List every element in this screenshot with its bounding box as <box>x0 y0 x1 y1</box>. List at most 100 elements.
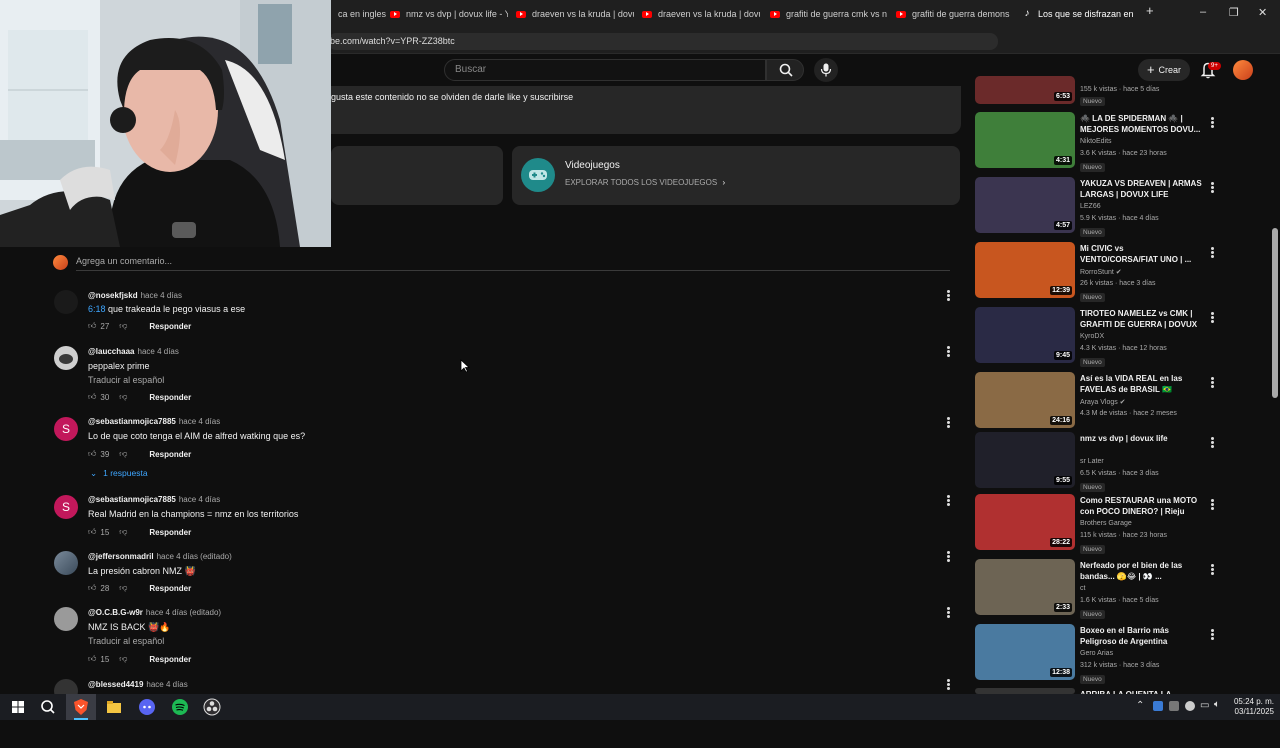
reply-button[interactable]: Responder <box>149 322 191 331</box>
like-icon[interactable]: 👍︎ <box>88 527 96 537</box>
comment-more-icon[interactable] <box>945 606 951 619</box>
video-channel[interactable]: NiktoEdits <box>1080 138 1112 145</box>
video-timestamp-link[interactable]: 6:18 <box>88 304 106 314</box>
commenter-avatar[interactable] <box>54 346 78 370</box>
dislike-icon[interactable]: 👎︎ <box>119 527 127 537</box>
comment-username[interactable]: @laucchaaa <box>88 347 135 356</box>
recommended-video[interactable]: 12:38 Boxeo en el Barrio más Peligroso de… <box>975 624 1275 684</box>
search-input[interactable]: Buscar <box>444 59 766 81</box>
brave-browser-icon[interactable] <box>72 698 90 716</box>
reply-button[interactable]: Responder <box>149 584 191 593</box>
browser-tab[interactable]: draeven vs la kruda | dovu <box>642 4 760 24</box>
recommended-video[interactable]: 24:16 Así es la VIDA REAL en las FAVELAS … <box>975 372 1275 432</box>
comment-username[interactable]: @jeffersonmadril <box>88 552 154 561</box>
comment-time[interactable]: hace 4 días <box>141 291 182 300</box>
minimize-button[interactable]: – <box>1200 6 1206 18</box>
voice-search-button[interactable] <box>814 58 838 82</box>
video-more-icon[interactable] <box>1209 436 1215 449</box>
comment-more-icon[interactable] <box>945 416 951 429</box>
video-channel[interactable]: KyroDX <box>1080 333 1104 340</box>
video-title[interactable]: nmz vs dvp | dovux life <box>1080 433 1202 444</box>
comment-more-icon[interactable] <box>945 678 951 691</box>
video-title[interactable]: Como RESTAURAR una MOTO con POCO DINERO?… <box>1080 495 1202 517</box>
video-thumbnail[interactable]: 4:57 <box>975 177 1075 233</box>
maximize-button[interactable]: ❐ <box>1229 6 1239 19</box>
video-channel[interactable]: Gero Arias <box>1080 650 1113 657</box>
dislike-icon[interactable]: 👎︎ <box>119 654 127 664</box>
comment-time[interactable]: hace 4 días (editado) <box>146 608 221 617</box>
like-icon[interactable]: 👍︎ <box>88 583 96 593</box>
video-more-icon[interactable] <box>1209 246 1215 259</box>
video-more-icon[interactable] <box>1209 498 1215 511</box>
video-thumbnail[interactable]: 6:53 <box>975 76 1075 104</box>
video-more-icon[interactable] <box>1209 116 1215 129</box>
search-button[interactable] <box>766 59 804 81</box>
comment-more-icon[interactable] <box>945 494 951 507</box>
video-thumbnail[interactable]: 12:39 <box>975 242 1075 298</box>
comment-time[interactable]: hace 4 días (editado) <box>157 552 232 561</box>
video-title[interactable]: TIROTEO NAMELEZ vs CMK | GRAFITI DE GUER… <box>1080 308 1202 330</box>
comment-more-icon[interactable] <box>945 289 951 302</box>
tray-app-icon[interactable] <box>1169 701 1179 711</box>
commenter-avatar[interactable] <box>54 551 78 575</box>
video-title[interactable]: Así es la VIDA REAL en las FAVELAS de BR… <box>1080 373 1202 395</box>
recommended-video[interactable]: 12:39 Mi CIVIC vs VENTO/CORSA/FIAT UNO | … <box>975 242 1275 302</box>
video-title[interactable]: Boxeo en el Barrio más Peligroso de Arge… <box>1080 625 1202 647</box>
comment-username[interactable]: @sebastianmojica7885 <box>88 495 176 504</box>
tray-app-icon[interactable] <box>1153 701 1163 711</box>
video-thumbnail[interactable]: 9:55 <box>975 432 1075 488</box>
video-thumbnail[interactable]: 4:31 <box>975 112 1075 168</box>
browser-tab[interactable]: grafiti de guerra cmk vs n <box>770 4 888 24</box>
browser-tab[interactable]: grafiti de guerra demons <box>896 4 1014 24</box>
comment-time[interactable]: hace 4 días <box>179 495 220 504</box>
comment-time[interactable]: hace 4 días <box>179 417 220 426</box>
video-channel[interactable]: RorroStunt ✔ <box>1080 268 1122 276</box>
video-more-icon[interactable] <box>1209 628 1215 641</box>
video-thumbnail[interactable]: 24:16 <box>975 372 1075 428</box>
windows-start-icon[interactable] <box>9 698 27 716</box>
recommended-video[interactable]: 4:57 YAKUZA VS DREAVEN | ARMAS LARGAS | D… <box>975 177 1275 237</box>
recommended-video[interactable]: 9:45 TIROTEO NAMELEZ vs CMK | GRAFITI DE … <box>975 307 1275 367</box>
taskbar-clock[interactable]: 05:24 p. m. 03/11/2025 <box>1226 697 1274 717</box>
explore-link[interactable]: EXPLORAR TODOS LOS VIDEOJUEGOS › <box>565 178 725 187</box>
video-channel[interactable]: Brothers Garage <box>1080 520 1132 527</box>
translate-link[interactable]: Traducir al español <box>88 636 164 646</box>
like-icon[interactable]: 👍︎ <box>88 654 96 664</box>
comment-username[interactable]: @blessed4419 <box>88 680 143 689</box>
tray-chevron-icon[interactable]: ⌃ <box>1136 700 1144 711</box>
comment-time[interactable]: hace 4 días <box>138 347 179 356</box>
scrollbar-thumb[interactable] <box>1272 228 1278 398</box>
video-thumbnail[interactable]: 2:33 <box>975 559 1075 615</box>
search-icon[interactable] <box>39 698 57 716</box>
recommended-video[interactable]: 9:55 nmz vs dvp | dovux life sr Later 6.5 K… <box>975 432 1275 492</box>
tray-app-icon[interactable] <box>1185 701 1195 711</box>
video-more-icon[interactable] <box>1209 181 1215 194</box>
category-card-left[interactable] <box>331 146 503 205</box>
reply-button[interactable]: Responder <box>149 528 191 537</box>
reply-button[interactable]: Responder <box>149 655 191 664</box>
video-title[interactable]: Nerfeado por el bien de las bandas... 🫣😂… <box>1080 560 1202 582</box>
commenter-avatar[interactable] <box>54 607 78 631</box>
video-description[interactable]: gusta este contenido no se olviden de da… <box>331 86 961 134</box>
video-channel[interactable]: Araya Vlogs ✔ <box>1080 398 1126 406</box>
close-window-button[interactable]: ✕ <box>1258 6 1267 19</box>
video-thumbnail[interactable]: 12:38 <box>975 624 1075 680</box>
comment-username[interactable]: @nosekfjskd <box>88 291 138 300</box>
volume-icon[interactable]: 🔈︎ <box>1214 699 1220 710</box>
video-title[interactable]: Mi CIVIC vs VENTO/CORSA/FIAT UNO | ... <box>1080 243 1202 265</box>
video-title[interactable]: YAKUZA VS DREAVEN | ARMAS LARGAS | DOVUX… <box>1080 178 1202 200</box>
category-card-videojuegos[interactable]: Videojuegos EXPLORAR TODOS LOS VIDEOJUEG… <box>512 146 960 205</box>
video-channel[interactable]: ct <box>1080 585 1085 592</box>
recommended-video[interactable]: 4:31 🕷️ LA DE SPIDERMAN 🕷️ | MEJORES MOME… <box>975 112 1275 172</box>
recommended-video[interactable]: 2:33 Nerfeado por el bien de las bandas..… <box>975 559 1275 619</box>
add-comment-input[interactable]: Agrega un comentario... <box>76 256 172 266</box>
network-icon[interactable]: ▭ <box>1200 700 1209 711</box>
dislike-icon[interactable]: 👎︎ <box>119 392 127 402</box>
comment-username[interactable]: @sebastianmojica7885 <box>88 417 176 426</box>
commenter-avatar[interactable] <box>54 290 78 314</box>
dislike-icon[interactable]: 👎︎ <box>119 583 127 593</box>
dislike-icon[interactable]: 👎︎ <box>119 321 127 331</box>
browser-tab-active[interactable]: ♪ Los que se disfrazan en ha <box>1022 4 1135 24</box>
comment-time[interactable]: hace 4 días <box>146 680 187 689</box>
spotify-icon[interactable] <box>171 698 189 716</box>
